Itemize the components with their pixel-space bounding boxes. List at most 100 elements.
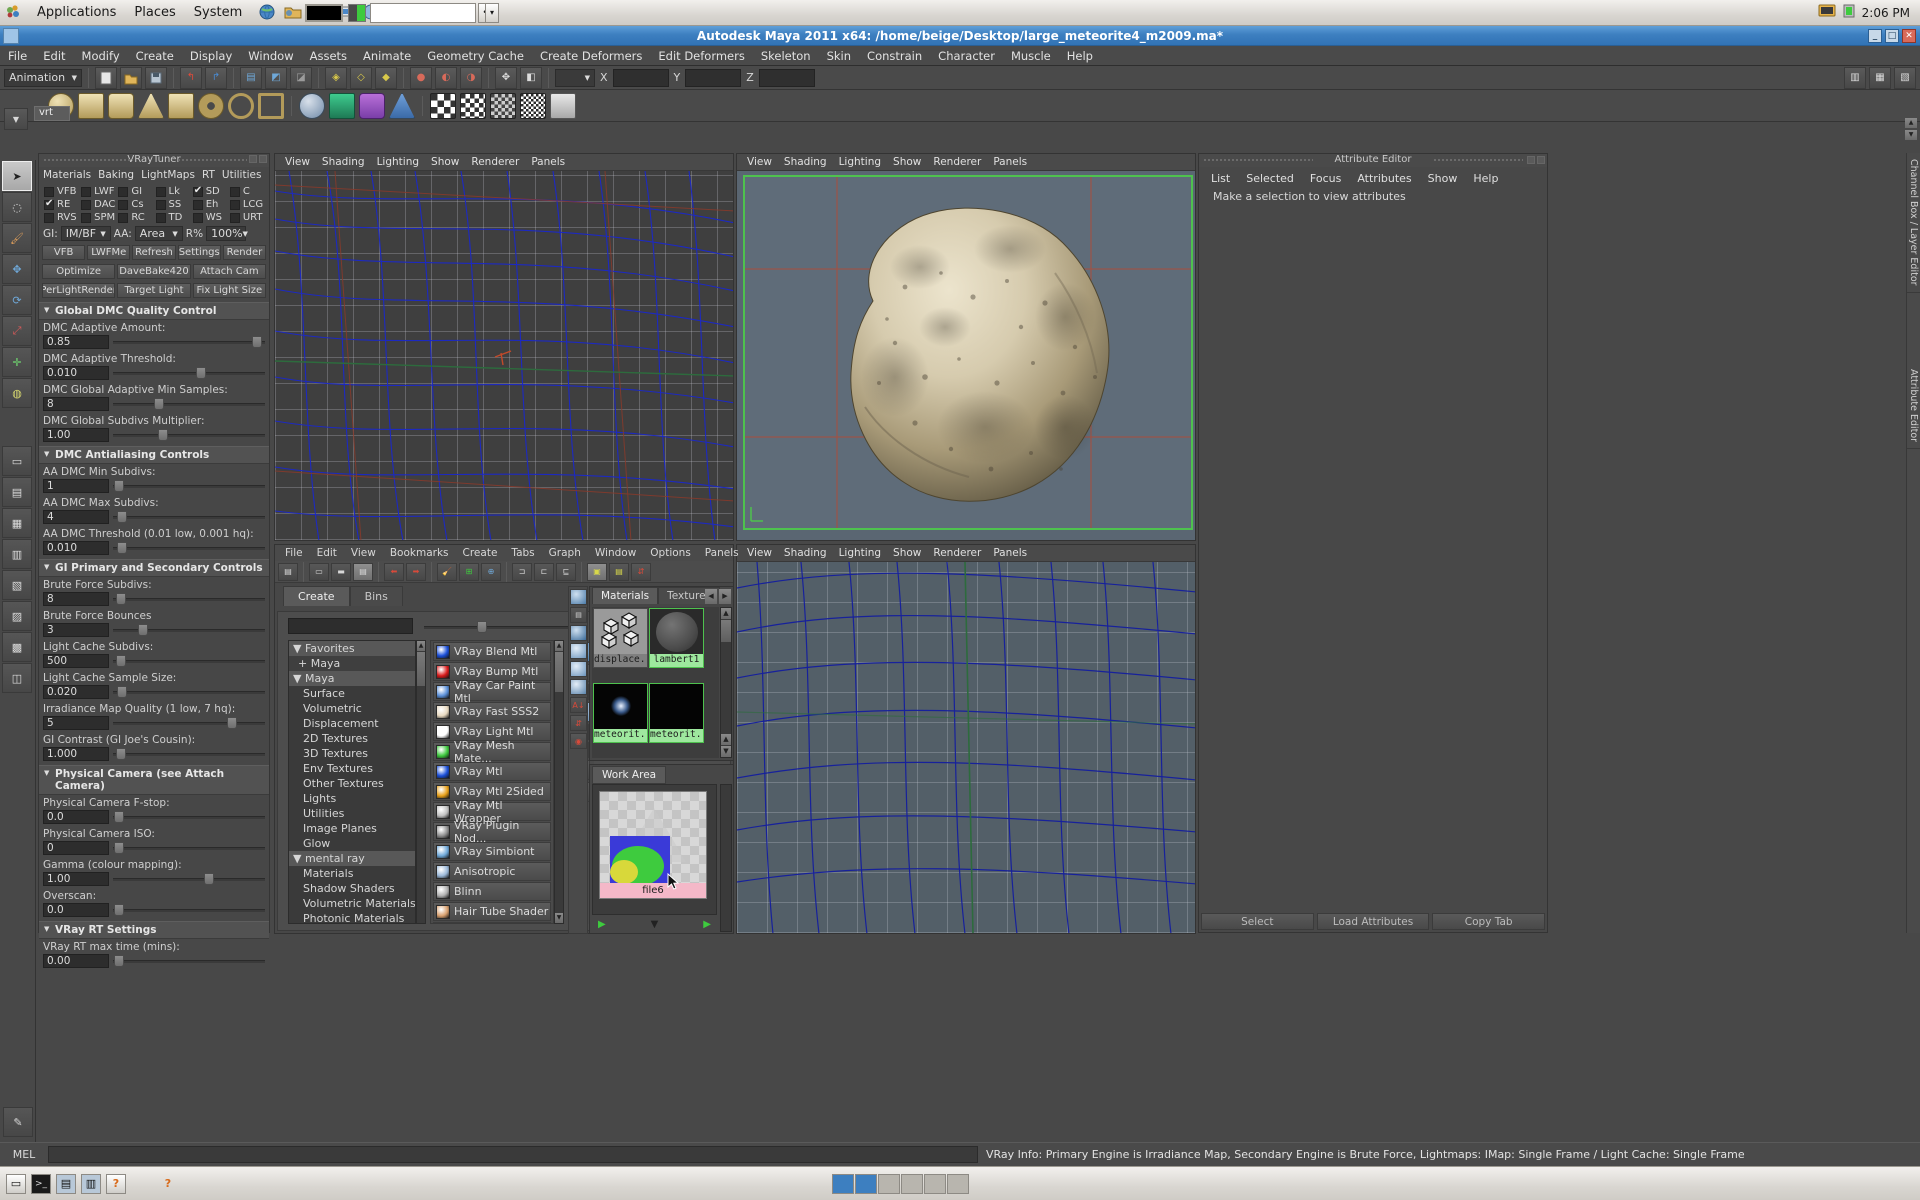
menu-set-selector[interactable]: Animation ▼ [4, 68, 82, 87]
shelf-nurbs-circle-icon[interactable] [228, 92, 254, 119]
vray-checkbox-dac[interactable]: DAC [81, 199, 115, 210]
shelf-nurbs-torus-icon[interactable] [198, 92, 224, 119]
perlightrender-button[interactable]: PerLightRender [42, 283, 116, 298]
create-node-item[interactable]: Anisotropic [433, 862, 551, 881]
vray-checkbox-lk[interactable]: Lk [155, 186, 190, 197]
vp3-menu-panels[interactable]: Panels [993, 547, 1027, 559]
menu-edit[interactable]: Edit [35, 47, 73, 65]
vp2-menu-view[interactable]: View [747, 156, 772, 168]
show-attribute-editor-icon[interactable]: ▦ [1869, 66, 1891, 89]
nodelist-scroll-down-arrow[interactable]: ▼ [555, 913, 563, 923]
work-area-canvas[interactable]: file6 [592, 784, 717, 915]
show-swatch-icon[interactable]: ▣ [587, 562, 607, 581]
slider-thumb[interactable] [196, 367, 207, 379]
param-slider[interactable] [113, 954, 265, 968]
vray-tab-baking[interactable]: Baking [98, 169, 134, 181]
tree-item[interactable]: Volumetric Materials [289, 896, 415, 911]
tree-item[interactable]: Photonic Materials [289, 911, 415, 923]
show-tool-settings-icon[interactable]: ▧ [1894, 66, 1916, 89]
rail-cameras-icon[interactable] [570, 679, 587, 695]
shelf-camera-icon[interactable] [550, 92, 576, 119]
menu-places[interactable]: Places [125, 3, 184, 22]
checkbox-box[interactable] [44, 212, 54, 223]
hs-menu-edit[interactable]: Edit [317, 547, 337, 559]
vertical-tab-attribute-editor[interactable]: Attribute Editor [1907, 363, 1920, 449]
optimize-button[interactable]: Optimize [42, 264, 116, 279]
param-value-field[interactable]: 0.0 [43, 903, 109, 917]
param-slider[interactable] [113, 872, 265, 886]
checkbox-box[interactable] [229, 212, 240, 223]
add-selected-icon[interactable]: ⊕ [481, 562, 501, 581]
param-slider[interactable] [113, 623, 265, 637]
create-node-item[interactable]: VRay Blend Mtl [433, 642, 551, 661]
create-node-item[interactable]: VRay Fast SSS2 [433, 702, 551, 721]
layout-hypershade-icon[interactable]: ▧ [2, 570, 32, 600]
slider-thumb[interactable] [114, 480, 125, 492]
swatch-displace[interactable]: displace... [593, 608, 648, 668]
playback-prev-icon[interactable]: ▶ [598, 919, 606, 930]
attach-cam-button[interactable]: Attach Cam [192, 264, 266, 279]
slider-thumb[interactable] [115, 655, 126, 667]
snap-grid-icon[interactable]: ◈ [325, 66, 347, 89]
vp2-menu-show[interactable]: Show [893, 156, 921, 168]
graph-network-icon[interactable]: ⊏ [534, 562, 554, 581]
ae-menu-attributes[interactable]: Attributes [1357, 172, 1411, 185]
playback-down-icon[interactable]: ▼ [651, 919, 659, 930]
hs-menu-window[interactable]: Window [595, 547, 636, 559]
workspace-2[interactable] [855, 1174, 877, 1194]
vray-checkbox-sd[interactable]: SD [192, 185, 227, 197]
vp1-menu-panels[interactable]: Panels [531, 156, 565, 168]
ae-close-icon[interactable] [1537, 156, 1545, 164]
create-node-item[interactable]: VRay Car Paint Mtl [433, 679, 551, 705]
workspace-3[interactable] [878, 1174, 900, 1194]
vray-group-header[interactable]: VRay RT Settings [39, 921, 269, 939]
vray-tab-rt[interactable]: RT [202, 169, 215, 181]
vray-checkbox-td[interactable]: TD [155, 212, 190, 223]
tree-item[interactable]: Surface [289, 686, 415, 701]
rail-utilities-icon[interactable] [570, 643, 587, 659]
snap-point-icon[interactable]: ◆ [375, 66, 397, 89]
param-value-field[interactable]: 1.00 [43, 428, 109, 442]
checkbox-box[interactable] [192, 212, 203, 223]
create-node-item[interactable]: VRay Simbiont [433, 842, 551, 861]
param-slider[interactable] [113, 841, 265, 855]
hs-menu-graph[interactable]: Graph [549, 547, 581, 559]
mb-scroll-thumb[interactable] [721, 620, 731, 642]
param-value-field[interactable]: 0.020 [43, 685, 109, 699]
globe-icon[interactable] [257, 3, 279, 23]
workspace-1[interactable] [832, 1174, 854, 1194]
workspace-4[interactable] [901, 1174, 923, 1194]
rail-bin-icon[interactable]: ◉ [570, 733, 587, 749]
swatch-meteorite-b[interactable]: meteorit... [649, 683, 704, 743]
tree-item[interactable]: Displacement [289, 716, 415, 731]
vray-checkbox-cs[interactable]: Cs [118, 199, 152, 210]
soft-modification-tool-icon[interactable]: ◍ [2, 378, 32, 408]
swatch-meteorite-a[interactable]: meteorit... [593, 683, 648, 743]
rail-textures-icon[interactable] [570, 625, 587, 641]
hs-menu-options[interactable]: Options [650, 547, 691, 559]
vray-group-header[interactable]: GI Primary and Secondary Controls [39, 559, 269, 577]
vray-checkbox-c[interactable]: C [229, 186, 264, 197]
vray-checkbox-spm[interactable]: SPM [81, 212, 115, 223]
menu-display[interactable]: Display [182, 47, 240, 65]
vp3-menu-show[interactable]: Show [893, 547, 921, 559]
input-line-mode-combo[interactable]: ▼ [555, 68, 595, 87]
param-slider[interactable] [113, 654, 265, 668]
param-value-field[interactable]: 0.00 [43, 954, 109, 968]
shelf-nurbs-plane-icon[interactable] [168, 92, 194, 119]
vray-group-header[interactable]: Physical Camera (see Attach Camera) [39, 765, 269, 795]
param-value-field[interactable]: 1 [43, 479, 109, 493]
menu-create-deformers[interactable]: Create Deformers [532, 47, 650, 65]
vray-checkbox-ws[interactable]: WS [192, 212, 227, 223]
target-light-button[interactable]: Target Light [117, 283, 191, 298]
slider-thumb[interactable] [138, 624, 149, 636]
param-value-field[interactable]: 0.0 [43, 810, 109, 824]
vray-checkbox-rvs[interactable]: RVS [44, 212, 78, 223]
menu-muscle[interactable]: Muscle [1003, 47, 1059, 65]
taskbar-help-icon[interactable]: ? [106, 1173, 126, 1194]
show-list-icon[interactable]: ▤ [609, 562, 629, 581]
scale-tool-icon[interactable]: ⤢ [2, 316, 32, 346]
slider-thumb[interactable] [153, 398, 164, 410]
layout-two-panes-icon[interactable]: ▤ [2, 477, 32, 507]
param-slider[interactable] [113, 335, 265, 349]
